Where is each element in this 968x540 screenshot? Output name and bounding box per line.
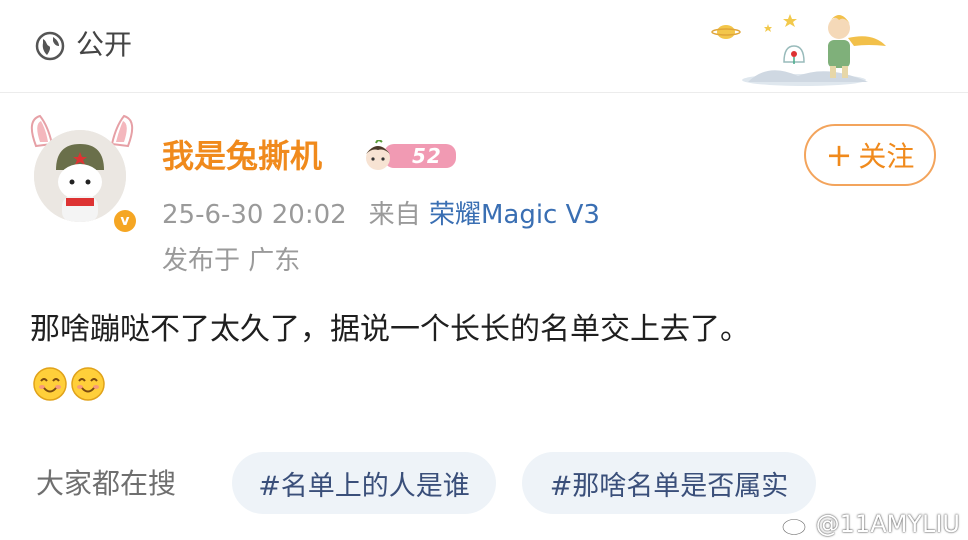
follow-button[interactable]: + 关注 <box>804 124 936 186</box>
watermark: @11AMYLIU <box>781 508 960 540</box>
trending-tag[interactable]: #名单上的人是谁 <box>232 452 496 514</box>
little-prince-illustration <box>711 14 886 86</box>
post-card: v 我是兔撕机 52 + 关注 25-6-30 20:02 来自 荣耀Magic … <box>0 92 968 540</box>
smile-emoji-icon <box>33 367 67 401</box>
watermark-text: @11AMYLIU <box>815 510 960 538</box>
username[interactable]: 我是兔撕机 <box>162 136 322 176</box>
follow-label: 关注 <box>858 140 915 173</box>
source-prefix: 来自 <box>368 200 421 230</box>
source-device-link[interactable]: 荣耀Magic V3 <box>429 200 600 230</box>
emoji-row <box>32 366 106 406</box>
trending-label: 大家都在搜 <box>36 467 177 500</box>
top-bar: 公开 <box>0 0 968 93</box>
post-location: 发布于 广东 <box>162 246 301 276</box>
globe-icon <box>35 31 65 61</box>
verified-badge-icon: v <box>112 208 138 234</box>
avatar[interactable]: v <box>26 112 138 234</box>
post-meta: 25-6-30 20:02 来自 荣耀Magic V3 <box>162 198 600 232</box>
trending-tag[interactable]: #那啥名单是否属实 <box>522 452 816 514</box>
visibility-label[interactable]: 公开 <box>76 26 132 64</box>
plus-icon: + <box>825 136 853 174</box>
post-time: 25-6-30 20:02 <box>162 200 347 230</box>
smile-emoji-icon <box>71 367 105 401</box>
weibo-logo-icon <box>781 515 808 536</box>
level-number: 52 <box>412 144 442 168</box>
avatar-image <box>34 130 126 222</box>
post-text: 那啥蹦哒不了太久了，据说一个长长的名单交上去了。 <box>30 312 750 347</box>
level-badge-icon[interactable] <box>362 140 458 172</box>
